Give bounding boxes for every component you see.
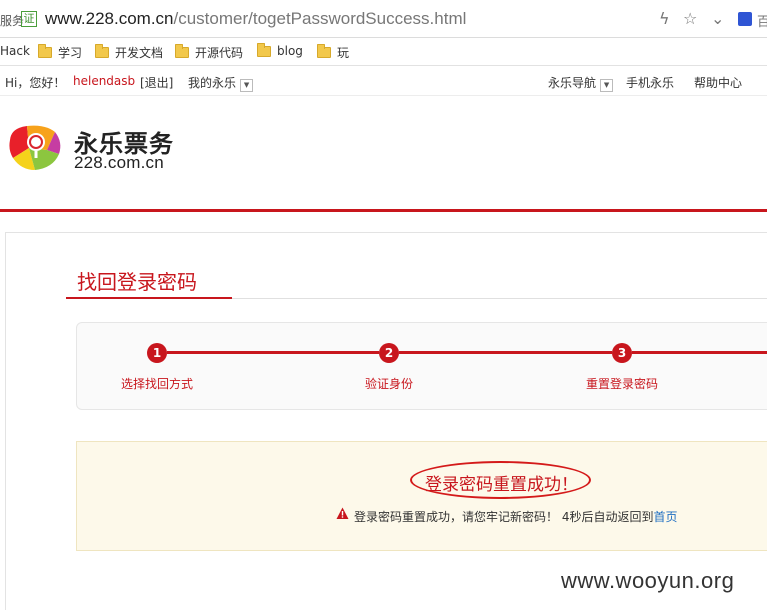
mobile-link[interactable]: 手机永乐: [626, 74, 674, 91]
url-field[interactable]: www.228.com.cn/customer/togetPasswordSuc…: [45, 9, 466, 29]
page-title: 找回登录密码: [77, 270, 197, 294]
folder-icon: [95, 44, 109, 58]
header-divider: [0, 209, 767, 212]
folder-icon: [317, 44, 331, 58]
step-connector: [167, 351, 379, 354]
step-label-3: 重置登录密码: [586, 377, 659, 391]
baidu-paw-icon[interactable]: [738, 12, 752, 26]
home-link[interactable]: 首页: [653, 510, 677, 524]
bookmark-folder-opensource[interactable]: 开源代码: [175, 44, 243, 61]
dropdown-arrow-icon: ▼: [600, 79, 614, 92]
site-topbar: Hi，您好！ helendasb [退出] 我的永乐 ▼ 永乐导航 ▼ 手机永乐 帮…: [0, 66, 767, 96]
success-message: 登录密码重置成功，请您牢记新密码！ 4秒后自动返回到首页: [354, 508, 677, 525]
help-center-link[interactable]: 帮助中心: [694, 74, 742, 91]
title-underline: [66, 297, 232, 299]
bookmarks-bar: Hack 学习 开发文档 开源代码 blog 玩: [0, 38, 767, 66]
page: 服务 证 www.228.com.cn/customer/togetPasswo…: [0, 0, 767, 610]
success-notice: [76, 441, 767, 551]
progress-steps: [76, 322, 767, 410]
certificate-icon[interactable]: 证: [21, 11, 37, 27]
lightning-icon[interactable]: ϟ: [659, 9, 670, 28]
bookmark-label: 开发文档: [115, 46, 164, 60]
search-engine-fragment: 百: [757, 15, 767, 30]
step-number-3: 3: [612, 343, 632, 363]
logout-link[interactable]: [退出]: [140, 74, 173, 91]
folder-icon: [257, 42, 271, 57]
nav-menu[interactable]: 永乐导航 ▼: [548, 74, 614, 92]
bookmark-label: 玩: [337, 46, 350, 60]
url-path: /customer/togetPasswordSuccess.html: [173, 9, 467, 28]
bookmark-folder-fun[interactable]: 玩: [317, 44, 349, 61]
my-account-menu[interactable]: 我的永乐 ▼: [188, 74, 254, 92]
bookmark-label: Hack: [0, 44, 30, 58]
bookmark-folder-study[interactable]: 学习: [38, 44, 82, 61]
step-label-1: 选择找回方式: [121, 377, 194, 391]
folder-icon: [38, 44, 52, 58]
nav-label: 永乐导航: [548, 76, 597, 90]
bookmark-label: blog: [277, 44, 303, 58]
bookmark-hack[interactable]: Hack: [0, 44, 30, 58]
bookmark-folder-docs[interactable]: 开发文档: [95, 44, 163, 61]
step-number-2: 2: [379, 343, 399, 363]
logo-icon[interactable]: [5, 122, 65, 174]
username-link[interactable]: helendasb: [73, 74, 135, 88]
step-label-2: 验证身份: [365, 377, 414, 391]
url-host: www.228.com.cn: [45, 9, 174, 28]
folder-icon: [175, 44, 189, 58]
star-icon[interactable]: ☆: [683, 9, 697, 28]
step-number-1: 1: [147, 343, 167, 363]
greeting: Hi，您好！: [5, 76, 66, 90]
my-account-label: 我的永乐: [188, 76, 237, 90]
address-bar: 服务 证 www.228.com.cn/customer/togetPasswo…: [0, 0, 767, 38]
dropdown-arrow-icon: ▼: [240, 79, 254, 92]
chevron-down-icon[interactable]: ⌄: [711, 9, 724, 28]
logo-domain[interactable]: 228.com.cn: [74, 153, 164, 173]
warning-icon: [336, 507, 349, 519]
bookmark-label: 学习: [58, 46, 83, 60]
bookmark-label: 开源代码: [195, 46, 244, 60]
success-message-text: 登录密码重置成功，请您牢记新密码！ 4秒后自动返回到: [354, 510, 654, 524]
step-connector: [632, 351, 767, 354]
highlight-annotation: [410, 461, 591, 499]
watermark: www.wooyun.org: [561, 568, 735, 593]
step-connector: [399, 351, 612, 354]
bookmark-folder-blog[interactable]: blog: [257, 42, 303, 58]
